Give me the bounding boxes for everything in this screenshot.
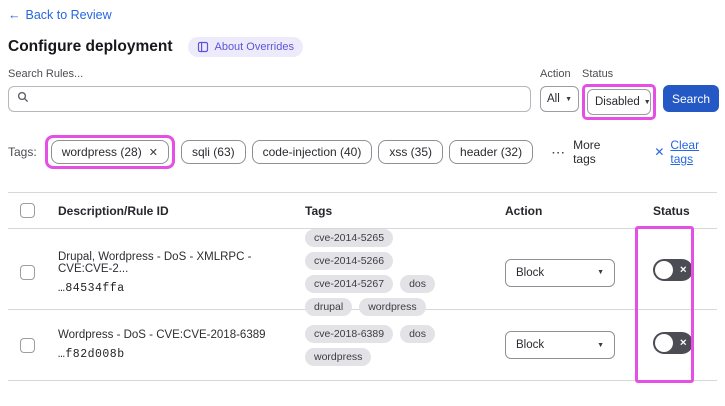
select-all-checkbox[interactable] xyxy=(20,203,35,218)
tag-chip: cve-2018-6389 xyxy=(305,324,394,343)
row-action-cell: Block ▼ xyxy=(505,331,645,359)
search-icon xyxy=(17,90,29,108)
table-row: Drupal, Wordpress - DoS - XMLRPC - CVE:C… xyxy=(8,229,717,316)
rule-description: Wordpress - DoS - CVE:CVE-2018-6389 xyxy=(58,329,266,341)
tag-pill-header[interactable]: header (32) xyxy=(449,140,534,164)
tag-pill-label: code-injection (40) xyxy=(262,145,362,159)
back-link-label: Back to Review xyxy=(25,8,112,22)
toggle-knob xyxy=(655,261,673,279)
toggle-off-icon: ✕ xyxy=(679,264,687,275)
row-action-cell: Block ▼ xyxy=(505,258,645,287)
tag-chip: dos xyxy=(400,324,435,343)
tag-chip: wordpress xyxy=(305,347,372,366)
chevron-down-icon: ▼ xyxy=(643,98,651,106)
configure-deployment-page: ← Back to Review Configure deployment Ab… xyxy=(0,0,725,406)
tag-chip: cve-2014-5266 xyxy=(305,252,394,270)
search-rules-input[interactable] xyxy=(35,92,522,106)
row-status-cell: ✕ xyxy=(645,259,717,286)
search-box xyxy=(8,86,531,112)
tag-chip: cve-2014-5267 xyxy=(305,275,394,293)
status-toggle-off[interactable]: ✕ xyxy=(653,331,693,354)
status-filter-group: Status Disabled ▼ xyxy=(582,68,656,120)
rules-table: Description/Rule ID Tags Action Status D… xyxy=(8,192,717,381)
rule-description: Drupal, Wordpress - DoS - XMLRPC - CVE:C… xyxy=(58,250,252,275)
row-checkbox-cell xyxy=(8,265,58,280)
more-tags-button[interactable]: ⋯ More tags xyxy=(551,138,626,166)
tag-chip: cve-2014-5265 xyxy=(305,229,394,247)
remove-tag-icon[interactable]: ✕ xyxy=(149,146,158,159)
tags-label: Tags: xyxy=(8,145,37,159)
about-overrides-label: About Overrides xyxy=(214,41,294,53)
header-checkbox-cell xyxy=(8,203,58,218)
toggle-off-icon: ✕ xyxy=(679,337,687,347)
action-filter-group: Action All ▼ xyxy=(540,68,579,112)
title-row: Configure deployment About Overrides xyxy=(0,24,725,57)
tag-chip: wordpress xyxy=(359,298,426,316)
action-label: Action xyxy=(540,68,571,80)
back-arrow-icon: ← xyxy=(8,8,21,22)
action-select[interactable]: Block ▼ xyxy=(505,331,615,359)
action-select-value: Block xyxy=(516,339,545,351)
table-row: Wordpress - DoS - CVE:CVE-2018-6389 …f82… xyxy=(8,310,717,380)
row-tags-cell: cve-2018-6389 dos wordpress xyxy=(305,324,505,366)
tag-chip: drupal xyxy=(305,298,353,316)
search-button[interactable]: Search xyxy=(663,85,719,112)
column-header-status: Status xyxy=(653,203,690,218)
description-cell: Drupal, Wordpress - DoS - XMLRPC - CVE:C… xyxy=(58,251,305,295)
column-header-tags: Tags xyxy=(305,203,333,218)
tag-pill-wordpress[interactable]: wordpress (28) ✕ xyxy=(50,140,169,164)
tag-chip: dos xyxy=(400,275,435,293)
clear-tags-label: Clear tags xyxy=(670,138,700,166)
toggle-knob xyxy=(655,333,673,352)
tag-pill-label: xss (35) xyxy=(389,145,433,159)
book-icon xyxy=(197,41,209,53)
row-tags-cell: cve-2014-5265 cve-2014-5266 cve-2014-526… xyxy=(305,229,505,316)
tags-bar: Tags: wordpress (28) ✕ sqli (63) code-in… xyxy=(0,120,725,169)
action-select[interactable]: Block ▼ xyxy=(505,258,615,287)
more-tags-label: More tags xyxy=(573,138,601,166)
status-toggle-off[interactable]: ✕ xyxy=(653,259,693,281)
action-select-value: Block xyxy=(516,266,545,279)
ellipsis-icon: ⋯ xyxy=(551,143,567,160)
about-overrides-badge[interactable]: About Overrides xyxy=(188,37,303,57)
column-header-description: Description/Rule ID xyxy=(58,203,169,218)
back-row: ← Back to Review xyxy=(0,0,725,24)
search-rules-label: Search Rules... xyxy=(8,68,84,80)
status-dropdown-annotation-box: Disabled ▼ xyxy=(582,84,656,120)
tag-pill-xss[interactable]: xss (35) xyxy=(378,140,444,164)
status-label: Status xyxy=(582,68,614,80)
table-header-row: Description/Rule ID Tags Action Status xyxy=(8,193,717,229)
clear-x-icon: ✕ xyxy=(654,145,665,159)
tag-pill-sqli[interactable]: sqli (63) xyxy=(180,140,246,164)
back-to-review-link[interactable]: ← Back to Review xyxy=(8,8,112,22)
search-group: Search Rules... xyxy=(8,68,531,112)
chevron-down-icon: ▼ xyxy=(565,95,572,103)
status-dropdown-value: Disabled xyxy=(595,96,640,108)
chevron-down-icon: ▼ xyxy=(597,341,604,349)
selected-tag-annotation-box: wordpress (28) ✕ xyxy=(44,135,175,169)
row-checkbox[interactable] xyxy=(20,337,35,353)
column-header-action: Action xyxy=(505,203,543,218)
tag-pill-code-injection[interactable]: code-injection (40) xyxy=(251,140,373,164)
row-checkbox-cell xyxy=(8,337,58,353)
row-checkbox[interactable] xyxy=(20,265,35,280)
page-title: Configure deployment xyxy=(8,38,173,55)
rule-id: …f82d008b xyxy=(58,348,125,361)
description-cell: Wordpress - DoS - CVE:CVE-2018-6389 …f82… xyxy=(58,329,305,361)
action-dropdown-value: All xyxy=(547,93,560,105)
action-dropdown[interactable]: All ▼ xyxy=(540,86,579,112)
chevron-down-icon: ▼ xyxy=(597,269,604,276)
filters-bar: Search Rules... Action All ▼ Status Disa… xyxy=(0,57,725,120)
row-status-cell: ✕ xyxy=(645,331,717,359)
clear-tags-link[interactable]: ✕ Clear tags xyxy=(654,138,725,166)
status-dropdown[interactable]: Disabled ▼ xyxy=(587,89,651,115)
rule-id: …84534ffa xyxy=(58,281,125,295)
tag-pill-label: wordpress (28) xyxy=(61,145,142,159)
tag-pill-label: header (32) xyxy=(460,145,523,159)
tag-pill-label: sqli (63) xyxy=(191,145,235,159)
